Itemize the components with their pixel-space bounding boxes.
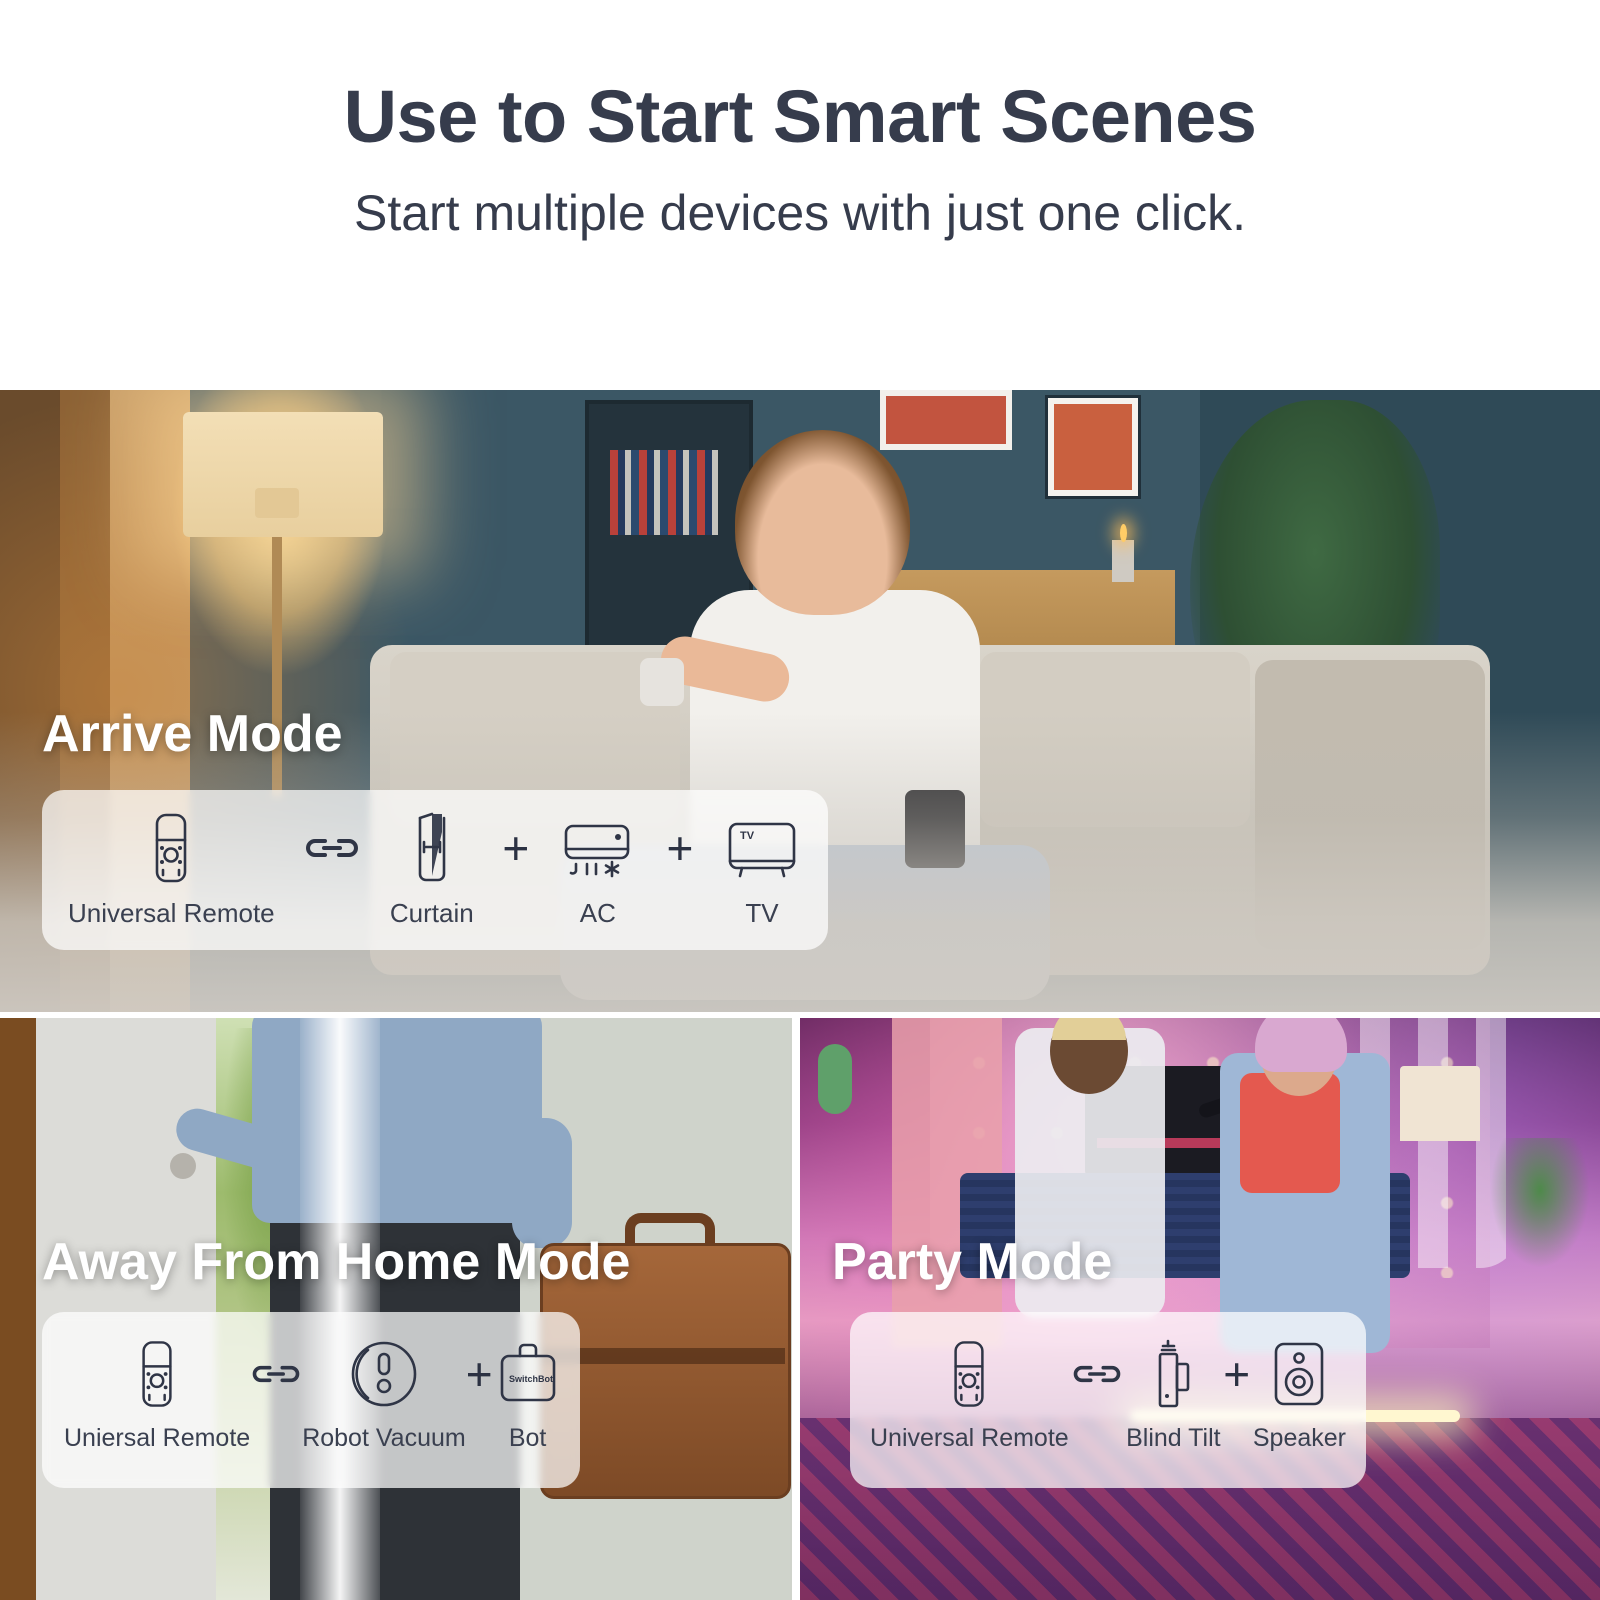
device-label: Robot Vacuum bbox=[302, 1424, 466, 1452]
candle bbox=[1112, 524, 1134, 582]
universal-remote-icon bbox=[135, 1338, 179, 1410]
device-universal-remote[interactable]: Universal Remote bbox=[68, 812, 275, 929]
tv-icon: TV bbox=[722, 812, 802, 884]
universal-remote-icon bbox=[148, 812, 194, 884]
floor-lamp-shade bbox=[183, 412, 383, 537]
doorway-photo bbox=[0, 1018, 792, 1600]
promo-page: Use to Start Smart Scenes Start multiple… bbox=[0, 0, 1600, 1600]
joiner-plus: + bbox=[666, 822, 694, 874]
speaker-icon bbox=[1268, 1338, 1330, 1410]
person-one-hair bbox=[1052, 1018, 1126, 1040]
sofa-cushion-right bbox=[980, 652, 1250, 827]
wall-art-2 bbox=[1045, 395, 1141, 499]
device-row: Uniersal Remote Robot Vacuum + SwitchBot… bbox=[64, 1338, 558, 1453]
device-blind-tilt[interactable]: Blind Tilt bbox=[1126, 1338, 1221, 1453]
mode-label-away: Away From Home Mode bbox=[42, 1233, 631, 1291]
joiner-link bbox=[250, 1338, 302, 1410]
joiner-link bbox=[1071, 1338, 1123, 1410]
person-head bbox=[735, 430, 910, 615]
person-right-arm bbox=[512, 1118, 572, 1248]
joiner-plus: + bbox=[502, 822, 530, 874]
device-universal-remote[interactable]: Uniersal Remote bbox=[64, 1338, 250, 1453]
universal-remote-icon bbox=[947, 1338, 991, 1410]
device-card-away: Uniersal Remote Robot Vacuum + SwitchBot… bbox=[42, 1312, 580, 1488]
scene-panel-away bbox=[0, 1018, 792, 1600]
svg-text:TV: TV bbox=[740, 830, 755, 842]
joiner-link bbox=[303, 812, 361, 884]
device-speaker[interactable]: Speaker bbox=[1253, 1338, 1346, 1453]
cactus bbox=[818, 1044, 852, 1114]
door-knob bbox=[170, 1153, 196, 1179]
device-ac[interactable]: AC bbox=[558, 812, 638, 929]
person-shirt bbox=[252, 1018, 542, 1223]
device-bot[interactable]: SwitchBot Bot bbox=[493, 1338, 563, 1453]
smartphone bbox=[905, 790, 965, 868]
mode-label-arrive: Arrive Mode bbox=[42, 705, 343, 763]
page-header: Use to Start Smart Scenes Start multiple… bbox=[0, 0, 1600, 390]
page-subtitle: Start multiple devices with just one cli… bbox=[353, 184, 1247, 241]
device-label: Uniersal Remote bbox=[64, 1424, 251, 1452]
party-room-photo bbox=[800, 1018, 1600, 1600]
curtain-icon bbox=[406, 812, 458, 884]
books bbox=[610, 450, 718, 535]
front-door bbox=[36, 1018, 216, 1600]
device-label: Blind Tilt bbox=[1126, 1424, 1221, 1452]
device-label: Bot bbox=[508, 1424, 547, 1452]
device-label: Curtain bbox=[389, 898, 474, 928]
switchbot-bot-icon: SwitchBot bbox=[493, 1338, 563, 1410]
door-light-glare bbox=[300, 1018, 380, 1600]
scene-panel-party bbox=[800, 1018, 1600, 1600]
device-label: Speaker bbox=[1252, 1424, 1346, 1452]
device-tv[interactable]: TV TV bbox=[722, 812, 802, 929]
joiner-plus: + bbox=[1223, 1348, 1251, 1400]
device-card-party: Universal Remote Blind Tilt + Speaker bbox=[850, 1312, 1366, 1488]
device-universal-remote[interactable]: Universal Remote bbox=[870, 1338, 1069, 1453]
wall-art-1 bbox=[880, 390, 1012, 450]
air-conditioner-icon bbox=[558, 812, 638, 884]
device-label: TV bbox=[745, 898, 779, 928]
device-row: Universal Remote bbox=[68, 812, 802, 929]
party-lamp bbox=[1400, 1066, 1480, 1141]
handheld-remote bbox=[640, 658, 684, 706]
party-plant bbox=[1490, 1138, 1590, 1268]
person-two-hair bbox=[1255, 1018, 1347, 1072]
device-row: Universal Remote bbox=[870, 1338, 1346, 1453]
robot-vacuum-icon bbox=[348, 1338, 420, 1410]
mode-label-party: Party Mode bbox=[832, 1233, 1113, 1291]
joiner-plus: + bbox=[465, 1348, 493, 1400]
page-title: Use to Start Smart Scenes bbox=[343, 75, 1257, 158]
blind-tilt-icon bbox=[1146, 1338, 1200, 1410]
sofa-armrest bbox=[1255, 660, 1485, 950]
device-card-arrive: Universal Remote Curtain + AC + TV TV bbox=[42, 790, 828, 950]
device-label: AC bbox=[579, 898, 616, 928]
device-label: Universal Remote bbox=[870, 1424, 1069, 1452]
device-curtain[interactable]: Curtain bbox=[390, 812, 474, 929]
houseplant bbox=[1190, 400, 1440, 780]
plant-pot bbox=[1285, 740, 1395, 840]
floor-lamp-joint bbox=[255, 488, 299, 518]
device-label: Universal Remote bbox=[68, 898, 275, 928]
svg-text:SwitchBot: SwitchBot bbox=[509, 1374, 553, 1384]
device-robot-vacuum[interactable]: Robot Vacuum bbox=[302, 1338, 466, 1453]
